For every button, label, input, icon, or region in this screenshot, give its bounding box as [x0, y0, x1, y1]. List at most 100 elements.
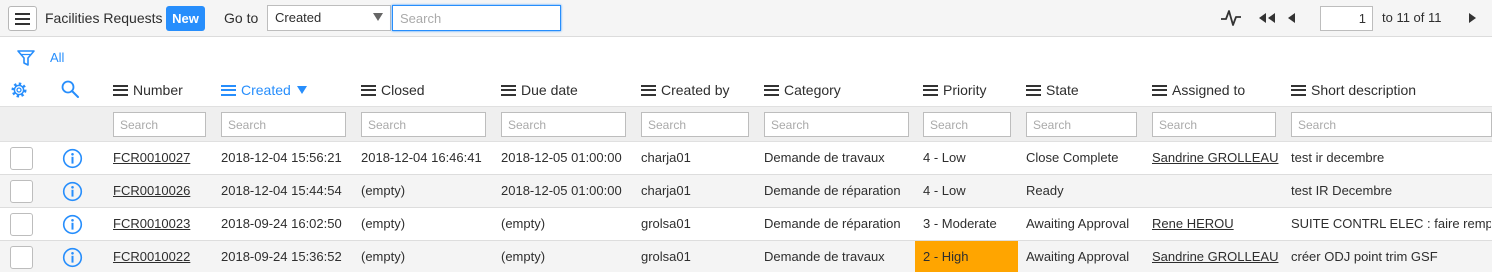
info-icon[interactable]	[62, 148, 83, 169]
column-menu-icon[interactable]	[1152, 84, 1167, 96]
cell-state: Ready	[1026, 183, 1064, 198]
list-search-input[interactable]	[392, 5, 561, 31]
column-header-due-date[interactable]: Due date	[501, 82, 578, 98]
record-number-link[interactable]: FCR0010027	[113, 150, 190, 165]
assigned-to-link[interactable]: Sandrine GROLLEAU	[1152, 249, 1278, 264]
search-input-short-description[interactable]	[1291, 112, 1492, 137]
column-header-closed[interactable]: Closed	[361, 82, 425, 98]
table-row[interactable]: FCR0010026 2018-12-04 15:44:54 (empty) 2…	[0, 175, 1492, 208]
column-header-priority[interactable]: Priority	[923, 82, 987, 98]
column-menu-icon[interactable]	[361, 84, 376, 96]
assigned-to-link[interactable]: Sandrine GROLLEAU	[1152, 150, 1278, 165]
cell-closed: (empty)	[361, 183, 406, 198]
search-input-category[interactable]	[764, 112, 909, 137]
column-menu-icon[interactable]	[764, 84, 779, 96]
search-icon[interactable]	[60, 79, 80, 99]
cell-state: Awaiting Approval	[1026, 216, 1130, 231]
search-input-due-date[interactable]	[501, 112, 626, 137]
activity-icon[interactable]	[1220, 9, 1242, 27]
column-header-label: State	[1046, 82, 1079, 98]
cell-due-date: (empty)	[501, 216, 546, 231]
column-menu-icon[interactable]	[1291, 84, 1306, 96]
info-icon[interactable]	[62, 247, 83, 268]
record-number-link[interactable]: FCR0010022	[113, 249, 190, 264]
page-number-input[interactable]	[1320, 6, 1373, 31]
menu-icon	[15, 12, 30, 25]
column-header-short-description[interactable]: Short description	[1291, 82, 1416, 98]
cell-priority: 2 - High	[923, 249, 969, 264]
column-header-label: Created	[241, 82, 291, 98]
search-input-priority[interactable]	[923, 112, 1011, 137]
cell-created-by: grolsa01	[641, 249, 691, 264]
cell-state: Awaiting Approval	[1026, 249, 1130, 264]
column-header-label: Created by	[661, 82, 730, 98]
info-icon[interactable]	[62, 181, 83, 202]
new-button[interactable]: New	[166, 6, 205, 31]
column-menu-icon[interactable]	[641, 84, 656, 96]
column-header-label: Number	[133, 82, 183, 98]
cell-priority: 3 - Moderate	[923, 216, 997, 231]
gear-icon[interactable]	[9, 80, 29, 100]
column-header-category[interactable]: Category	[764, 82, 841, 98]
next-page-icon[interactable]	[1467, 11, 1477, 25]
column-menu-icon[interactable]	[501, 84, 516, 96]
info-icon[interactable]	[62, 214, 83, 235]
row-checkbox[interactable]	[10, 213, 33, 236]
column-header-label: Due date	[521, 82, 578, 98]
column-header-created-by[interactable]: Created by	[641, 82, 729, 98]
chevron-down-icon	[373, 13, 383, 21]
row-checkbox[interactable]	[10, 180, 33, 203]
search-input-number[interactable]	[113, 112, 206, 137]
column-menu-icon[interactable]	[1026, 84, 1041, 96]
prev-page-icon[interactable]	[1287, 11, 1297, 25]
row-checkbox[interactable]	[10, 147, 33, 170]
cell-created-by: charja01	[641, 150, 691, 165]
cell-category: Demande de travaux	[764, 249, 885, 264]
table-row[interactable]: FCR0010027 2018-12-04 15:56:21 2018-12-0…	[0, 142, 1492, 175]
cell-closed: (empty)	[361, 249, 406, 264]
column-menu-icon[interactable]	[221, 84, 236, 96]
goto-label: Go to	[224, 10, 259, 26]
column-header-state[interactable]: State	[1026, 82, 1079, 98]
cell-category: Demande de travaux	[764, 150, 885, 165]
cell-priority: 4 - Low	[923, 183, 966, 198]
record-number-link[interactable]: FCR0010023	[113, 216, 190, 231]
breadcrumb-all[interactable]: All	[50, 50, 64, 65]
search-input-created-by[interactable]	[641, 112, 749, 137]
cell-closed: 2018-12-04 16:46:41	[361, 150, 482, 165]
goto-field-select[interactable]: Created	[267, 5, 391, 31]
goto-selected-value: Created	[275, 10, 322, 25]
list-header: Facilities Requests New Go to Created to…	[0, 0, 1492, 37]
cell-created: 2018-09-24 16:02:50	[221, 216, 342, 231]
cell-closed: (empty)	[361, 216, 406, 231]
column-header-created[interactable]: Created	[221, 82, 307, 98]
column-header-number[interactable]: Number	[113, 82, 183, 98]
cell-created: 2018-12-04 15:56:21	[221, 150, 342, 165]
search-input-assigned-to[interactable]	[1152, 112, 1276, 137]
assigned-to-link[interactable]: Rene HEROU	[1152, 216, 1234, 231]
cell-category: Demande de réparation	[764, 216, 901, 231]
column-menu-icon[interactable]	[113, 84, 128, 96]
row-checkbox[interactable]	[10, 246, 33, 269]
cell-short-description: créer ODJ point trim GSF	[1291, 249, 1438, 264]
cell-created-by: charja01	[641, 183, 691, 198]
cell-short-description: SUITE CONTRL ELEC : faire rempla	[1291, 216, 1491, 231]
search-input-state[interactable]	[1026, 112, 1137, 137]
search-input-created[interactable]	[221, 112, 346, 137]
column-header-label: Assigned to	[1172, 82, 1246, 98]
column-header-assigned-to[interactable]: Assigned to	[1152, 82, 1245, 98]
cell-created-by: grolsa01	[641, 216, 691, 231]
record-number-link[interactable]: FCR0010026	[113, 183, 190, 198]
first-page-icon[interactable]	[1257, 11, 1277, 25]
column-menu-icon[interactable]	[923, 84, 938, 96]
search-input-closed[interactable]	[361, 112, 486, 137]
table-row[interactable]: FCR0010022 2018-09-24 15:36:52 (empty) (…	[0, 241, 1492, 272]
cell-state: Close Complete	[1026, 150, 1119, 165]
filter-icon[interactable]	[16, 48, 36, 68]
cell-due-date: (empty)	[501, 249, 546, 264]
column-header-label: Short description	[1311, 82, 1417, 98]
cell-created: 2018-09-24 15:36:52	[221, 249, 342, 264]
list-title: Facilities Requests	[45, 10, 163, 26]
list-menu-button[interactable]	[8, 6, 37, 31]
table-row[interactable]: FCR0010023 2018-09-24 16:02:50 (empty) (…	[0, 208, 1492, 241]
